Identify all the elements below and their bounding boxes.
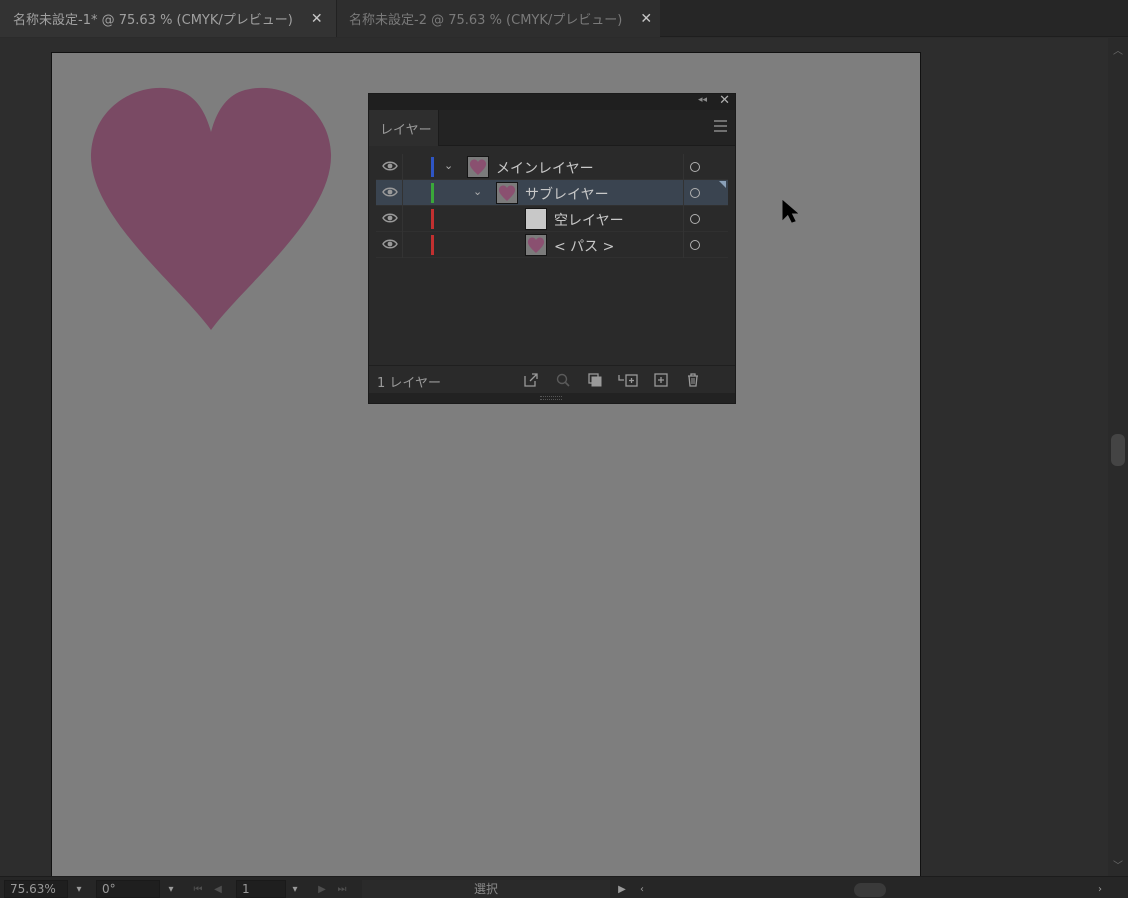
column-divider xyxy=(683,180,684,206)
tab-layers[interactable]: レイヤー xyxy=(369,110,439,146)
tab-document-2-label: 名称未設定-2 @ 75.63 % (CMYK/プレビュー) xyxy=(349,13,623,28)
status-menu-arrow-icon[interactable]: ▶ xyxy=(614,880,630,898)
new-layer-icon[interactable] xyxy=(653,372,669,388)
layer-row-main[interactable]: ⌄ メインレイヤー xyxy=(376,154,728,180)
panel-titlebar[interactable]: ◂◂ ✕ xyxy=(369,93,735,110)
column-divider xyxy=(683,154,684,180)
column-divider xyxy=(402,154,403,180)
layer-row-path[interactable]: < パス > xyxy=(376,232,728,258)
layer-name[interactable]: < パス > xyxy=(554,236,614,256)
chevron-down-icon[interactable]: ▾ xyxy=(70,880,88,898)
new-sublayer-icon[interactable] xyxy=(617,372,639,388)
target-circle-icon[interactable] xyxy=(690,240,700,250)
chevron-down-icon[interactable]: ▾ xyxy=(162,880,180,898)
visibility-eye-icon[interactable] xyxy=(382,186,398,198)
status-bar: 75.63% ▾ 0° ▾ ⏮ ◀ 1 ▾ ▶ ⏭ 選択 ▶ ‹ › xyxy=(0,876,1128,898)
layer-name[interactable]: サブレイヤー xyxy=(525,184,609,204)
layer-thumbnail xyxy=(525,234,547,256)
document-tab-bar: 名称未設定-1* @ 75.63 % (CMYK/プレビュー) ✕ 名称未設定-… xyxy=(0,0,1128,37)
target-circle-icon[interactable] xyxy=(690,162,700,172)
layers-panel: ◂◂ ✕ レイヤー ⌄ メインレイヤー ⌄ サブレイヤー 空レイヤー < パス … xyxy=(368,93,736,404)
panel-menu-icon[interactable] xyxy=(714,120,727,135)
horizontal-scrollbar[interactable]: ‹ › xyxy=(636,880,1106,898)
layers-list: ⌄ メインレイヤー ⌄ サブレイヤー 空レイヤー < パス > xyxy=(376,154,728,258)
collapse-panel-icon[interactable]: ◂◂ xyxy=(698,95,707,105)
scroll-right-icon[interactable]: › xyxy=(1094,880,1106,898)
trash-icon[interactable] xyxy=(685,372,701,388)
export-icon[interactable] xyxy=(523,372,539,388)
horizontal-scroll-thumb[interactable] xyxy=(854,883,886,897)
target-circle-icon[interactable] xyxy=(690,214,700,224)
last-artboard-icon[interactable]: ⏭ xyxy=(334,880,350,898)
column-divider xyxy=(402,180,403,206)
search-icon[interactable] xyxy=(555,372,571,388)
layer-color-indicator xyxy=(431,209,434,229)
heart-shape[interactable] xyxy=(89,86,333,330)
panel-tab-strip: レイヤー xyxy=(369,110,735,146)
layer-color-indicator xyxy=(431,235,434,255)
layer-color-indicator xyxy=(431,183,434,203)
rotation-input[interactable]: 0° xyxy=(96,880,160,898)
layer-name[interactable]: 空レイヤー xyxy=(554,210,624,230)
clipping-mask-icon[interactable] xyxy=(587,372,603,388)
selection-indicator-icon xyxy=(719,181,726,188)
tab-document-1[interactable]: 名称未設定-1* @ 75.63 % (CMYK/プレビュー) ✕ xyxy=(0,0,336,37)
visibility-eye-icon[interactable] xyxy=(382,238,398,250)
column-divider xyxy=(683,232,684,258)
next-artboard-icon[interactable]: ▶ xyxy=(314,880,330,898)
layer-count: 1 レイヤー xyxy=(377,376,442,391)
column-divider xyxy=(402,206,403,232)
layers-panel-footer: 1 レイヤー xyxy=(369,365,735,393)
visibility-eye-icon[interactable] xyxy=(382,212,398,224)
close-panel-icon[interactable]: ✕ xyxy=(719,93,730,108)
visibility-eye-icon[interactable] xyxy=(382,160,398,172)
scroll-down-icon[interactable]: ﹀ xyxy=(1108,857,1128,872)
chevron-down-icon[interactable]: ▾ xyxy=(286,880,304,898)
scroll-left-icon[interactable]: ‹ xyxy=(636,880,648,898)
close-icon[interactable]: ✕ xyxy=(311,11,323,27)
artboard-number-input[interactable]: 1 xyxy=(236,880,286,898)
column-divider xyxy=(683,206,684,232)
first-artboard-icon[interactable]: ⏮ xyxy=(190,880,206,898)
vertical-scroll-thumb[interactable] xyxy=(1111,434,1125,466)
scroll-up-icon[interactable]: ︿ xyxy=(1108,42,1128,57)
chevron-down-icon[interactable]: ⌄ xyxy=(444,159,456,172)
column-divider xyxy=(402,232,403,258)
previous-artboard-icon[interactable]: ◀ xyxy=(210,880,226,898)
mouse-cursor-icon xyxy=(782,200,798,223)
tab-document-2[interactable]: 名称未設定-2 @ 75.63 % (CMYK/プレビュー) ✕ xyxy=(336,0,660,37)
tab-document-1-label: 名称未設定-1* @ 75.63 % (CMYK/プレビュー) xyxy=(13,13,293,28)
zoom-input[interactable]: 75.63% xyxy=(4,880,68,898)
layer-row-empty[interactable]: 空レイヤー xyxy=(376,206,728,232)
chevron-down-icon[interactable]: ⌄ xyxy=(473,185,485,198)
layer-thumbnail xyxy=(496,182,518,204)
close-icon[interactable]: ✕ xyxy=(640,11,652,27)
layer-thumbnail xyxy=(525,208,547,230)
layer-color-indicator xyxy=(431,157,434,177)
layer-row-sub[interactable]: ⌄ サブレイヤー xyxy=(376,180,728,206)
layer-thumbnail xyxy=(467,156,489,178)
layer-name[interactable]: メインレイヤー xyxy=(496,158,594,178)
status-text: 選択 xyxy=(362,880,610,898)
target-circle-icon[interactable] xyxy=(690,188,700,198)
vertical-scrollbar[interactable]: ︿ ﹀ xyxy=(1108,38,1128,876)
panel-resize-grip[interactable] xyxy=(369,393,735,403)
